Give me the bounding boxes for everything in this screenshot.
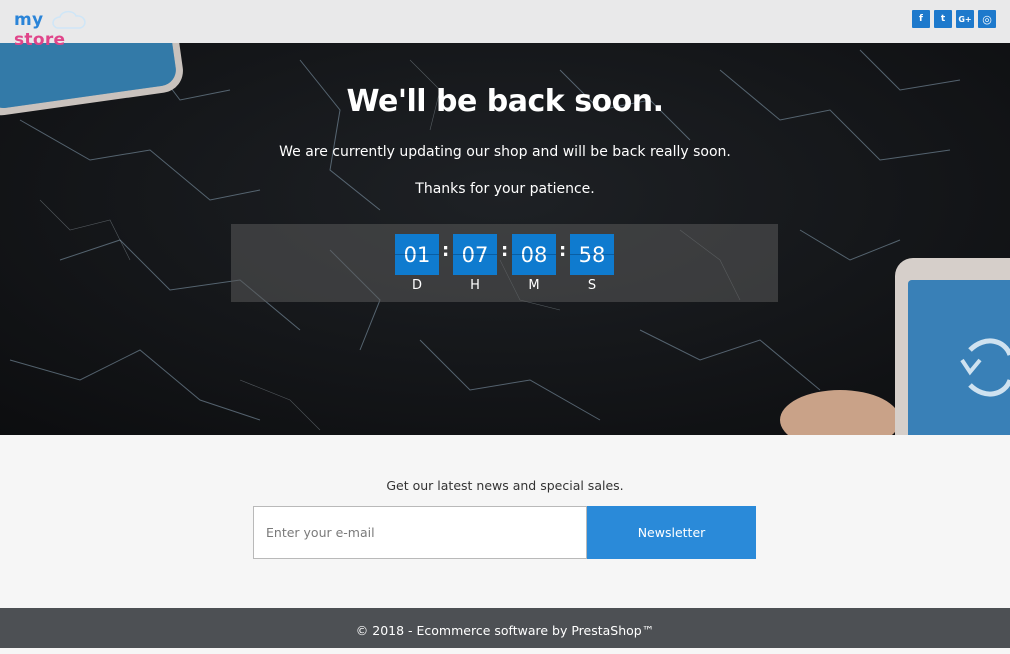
facebook-icon[interactable]: f <box>912 10 930 28</box>
countdown-hours: 07 H <box>453 234 497 293</box>
google-plus-icon[interactable]: G+ <box>956 10 974 28</box>
countdown-seconds-value: 58 <box>570 234 614 275</box>
logo-text-store: store <box>14 30 66 50</box>
social-links: f t G+ ◎ <box>912 10 996 28</box>
countdown-minutes: 08 M <box>512 234 556 293</box>
countdown-separator: : <box>501 240 509 261</box>
twitter-icon[interactable]: t <box>934 10 952 28</box>
countdown-days-value: 01 <box>395 234 439 275</box>
logo-text-my: my <box>14 10 44 30</box>
newsletter-text: Get our latest news and special sales. <box>386 478 624 493</box>
countdown-separator: : <box>559 240 567 261</box>
maintenance-title: We'll be back soon. <box>346 84 664 119</box>
footer-copyright[interactable]: © 2018 - Ecommerce software by PrestaSho… <box>356 623 654 638</box>
countdown-hours-label: H <box>470 278 480 293</box>
newsletter-button[interactable]: Newsletter <box>587 506 756 559</box>
maintenance-message: We are currently updating our shop and w… <box>279 144 731 160</box>
email-input[interactable] <box>253 506 587 559</box>
newsletter-form: Newsletter <box>253 506 756 559</box>
countdown-separator: : <box>442 240 450 261</box>
countdown-days-label: D <box>411 278 422 293</box>
countdown-seconds: 58 S <box>570 234 614 293</box>
store-logo[interactable]: my store <box>8 4 94 50</box>
countdown-timer: 01 D : 07 H : 08 M : 58 S <box>231 224 778 302</box>
hero-background-image <box>0 0 1010 435</box>
instagram-icon[interactable]: ◎ <box>978 10 996 28</box>
countdown-minutes-label: M <box>528 278 540 293</box>
countdown-minutes-value: 08 <box>512 234 556 275</box>
logo-text: my store <box>14 10 94 50</box>
countdown-seconds-label: S <box>587 278 597 293</box>
site-header: my store f t G+ ◎ <box>0 0 1010 50</box>
countdown-hours-value: 07 <box>453 234 497 275</box>
countdown-days: 01 D <box>395 234 439 293</box>
thanks-message: Thanks for your patience. <box>415 181 595 197</box>
hero-section: We'll be back soon. We are currently upd… <box>0 0 1010 435</box>
site-footer: © 2018 - Ecommerce software by PrestaSho… <box>0 608 1010 648</box>
